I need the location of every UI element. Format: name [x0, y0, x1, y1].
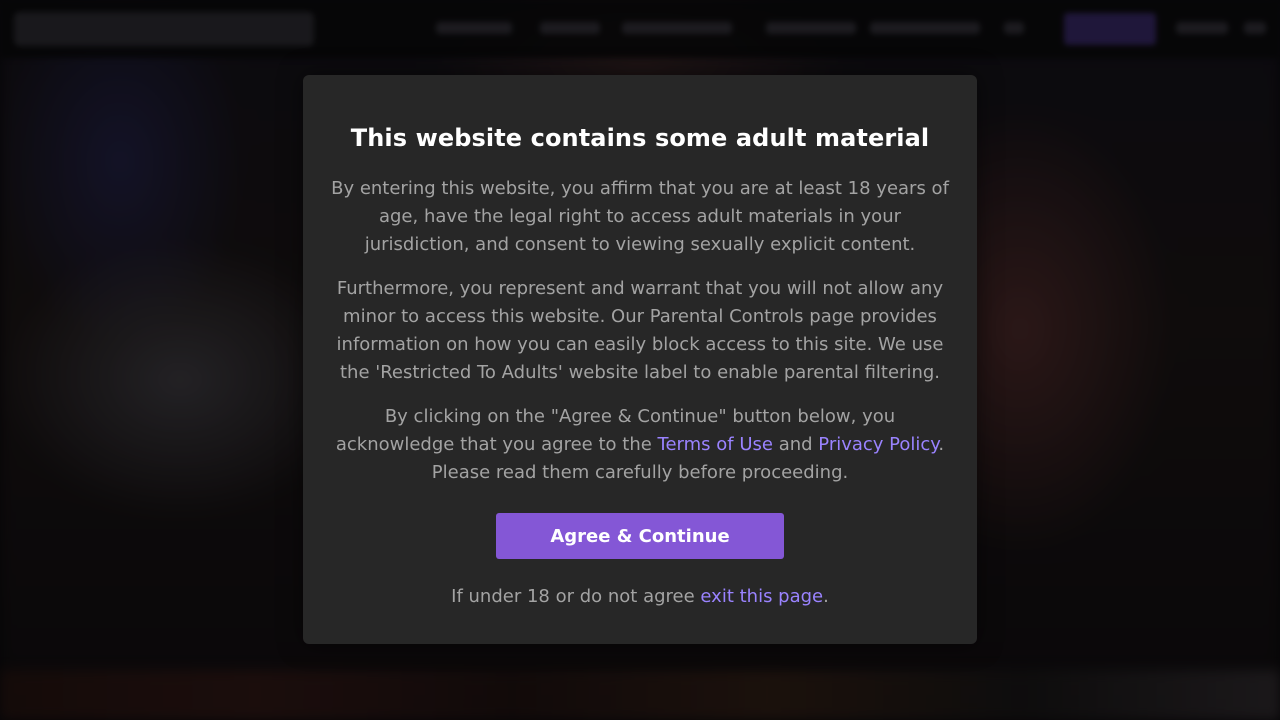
terms-of-use-link[interactable]: Terms of Use — [658, 434, 773, 455]
terms-text-middle: and — [772, 434, 819, 455]
exit-text-before: If under 18 or do not agree — [451, 586, 701, 607]
parental-controls-text: Furthermore, you represent and warrant t… — [336, 278, 944, 383]
age-verification-modal: This website contains some adult materia… — [303, 75, 977, 644]
agree-continue-button[interactable]: Agree & Continue — [496, 513, 784, 559]
age-affirmation-text: By entering this website, you affirm tha… — [331, 178, 949, 255]
exit-text-after: . — [823, 586, 829, 607]
exit-notice: If under 18 or do not agree exit this pa… — [325, 583, 955, 611]
modal-title: This website contains some adult materia… — [350, 124, 930, 152]
page: This website contains some adult materia… — [0, 0, 1280, 720]
exit-page-link[interactable]: exit this page — [700, 586, 823, 607]
privacy-policy-link[interactable]: Privacy Policy — [818, 434, 938, 455]
terms-agreement-text: By clicking on the "Agree & Continue" bu… — [325, 403, 955, 487]
